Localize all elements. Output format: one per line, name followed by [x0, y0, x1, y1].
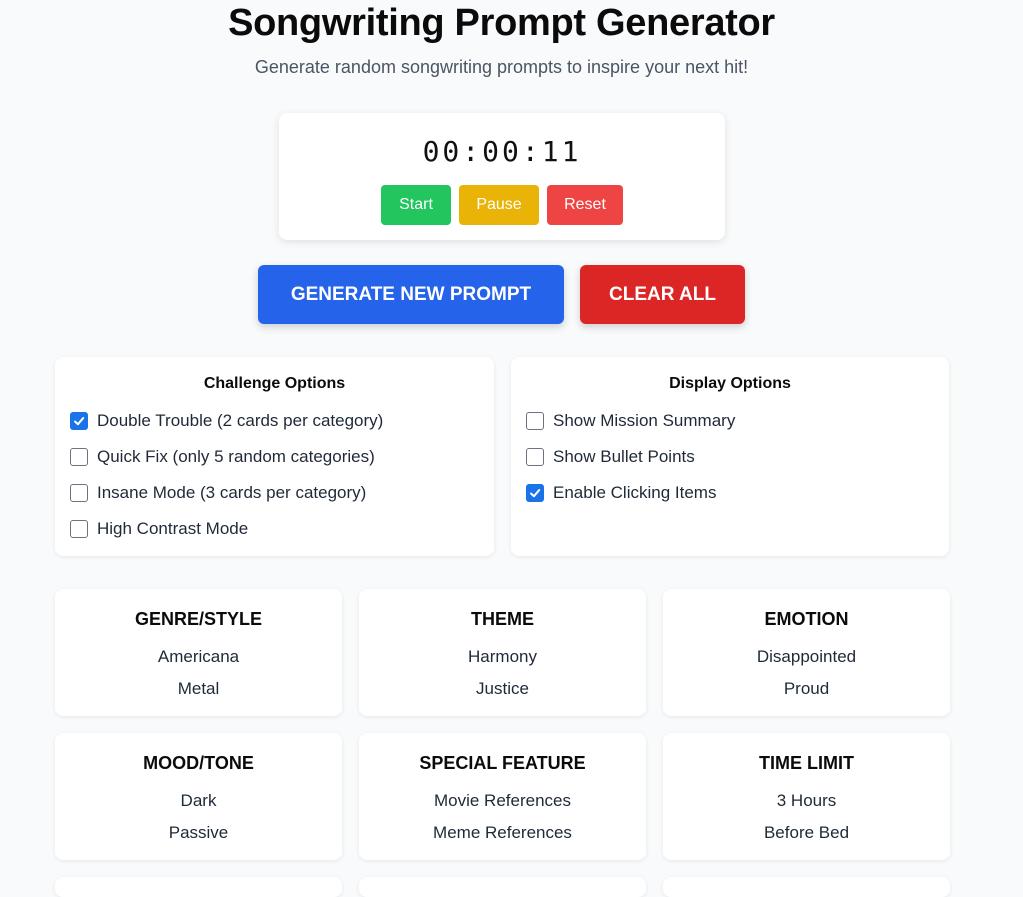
option-quick-fix[interactable]: Quick Fix (only 5 random categories) — [70, 445, 375, 469]
generate-prompt-button[interactable]: GENERATE NEW PROMPT — [258, 265, 564, 324]
checkbox[interactable] — [526, 412, 544, 430]
option-label: Quick Fix (only 5 random categories) — [97, 447, 375, 466]
option-label: Show Bullet Points — [553, 447, 695, 466]
challenge-options-title: Challenge Options — [203, 375, 346, 392]
category-title: TIME LIMIT — [759, 753, 854, 773]
page-subtitle: Generate random songwriting prompts to i… — [254, 57, 749, 77]
category-item[interactable]: Dark — [55, 791, 342, 811]
category-item[interactable]: Meme References — [359, 823, 646, 843]
option-show-mission-summary[interactable]: Show Mission Summary — [526, 409, 735, 433]
timer-display: 00:00:11 — [422, 135, 582, 168]
category-title: MOOD/TONE — [143, 753, 254, 773]
option-label: Double Trouble (2 cards per category) — [97, 411, 384, 430]
option-enable-clicking-items[interactable]: Enable Clicking Items — [526, 481, 716, 505]
timer-card: 00:00:11 Start Pause Reset — [279, 113, 725, 240]
checkbox[interactable] — [70, 412, 88, 430]
option-label: High Contrast Mode — [97, 519, 249, 538]
category-item[interactable]: Metal — [55, 679, 342, 699]
category-item[interactable]: Justice — [359, 679, 646, 699]
option-label: Show Mission Summary — [553, 411, 736, 430]
timer-reset-button[interactable]: Reset — [547, 185, 623, 225]
category-card-theme: THEME Harmony Justice — [359, 589, 646, 716]
category-title: EMOTION — [764, 609, 849, 629]
category-card-time-limit: TIME LIMIT 3 Hours Before Bed — [663, 733, 950, 860]
challenge-options-panel: Challenge Options Double Trouble (2 card… — [55, 357, 494, 556]
display-options-panel: Display Options Show Mission Summary Sho… — [511, 357, 949, 556]
checkbox[interactable] — [526, 448, 544, 466]
category-item[interactable]: Disappointed — [663, 647, 950, 667]
category-item[interactable]: Harmony — [359, 647, 646, 667]
category-item[interactable]: Americana — [55, 647, 342, 667]
category-card-genre-style: GENRE/STYLE Americana Metal — [55, 589, 342, 716]
option-show-bullet-points[interactable]: Show Bullet Points — [526, 445, 695, 469]
checkbox[interactable] — [70, 520, 88, 538]
category-card-special-feature: SPECIAL FEATURE Movie References Meme Re… — [359, 733, 646, 860]
category-item[interactable]: 3 Hours — [663, 791, 950, 811]
checkbox[interactable] — [526, 484, 544, 502]
category-item[interactable]: Movie References — [359, 791, 646, 811]
category-item[interactable]: Proud — [663, 679, 950, 699]
category-card-partial — [55, 877, 342, 897]
option-label: Enable Clicking Items — [553, 483, 717, 502]
category-card-partial — [359, 877, 646, 897]
checkbox[interactable] — [70, 448, 88, 466]
timer-start-button[interactable]: Start — [381, 185, 451, 225]
timer-pause-button[interactable]: Pause — [459, 185, 539, 225]
category-item[interactable]: Passive — [55, 823, 342, 843]
clear-all-button[interactable]: CLEAR ALL — [580, 265, 745, 324]
option-double-trouble[interactable]: Double Trouble (2 cards per category) — [70, 409, 383, 433]
option-insane-mode[interactable]: Insane Mode (3 cards per category) — [70, 481, 366, 505]
display-options-title: Display Options — [669, 375, 791, 392]
category-card-partial — [663, 877, 950, 897]
checkmark-icon — [530, 489, 541, 498]
option-high-contrast[interactable]: High Contrast Mode — [70, 517, 248, 541]
checkbox[interactable] — [70, 484, 88, 502]
page-title: Songwriting Prompt Generator — [228, 2, 775, 44]
category-card-emotion: EMOTION Disappointed Proud — [663, 589, 950, 716]
option-label: Insane Mode (3 cards per category) — [97, 483, 367, 502]
timer-controls: Start Pause Reset — [279, 185, 725, 225]
category-title: SPECIAL FEATURE — [419, 753, 586, 773]
category-item[interactable]: Before Bed — [663, 823, 950, 843]
category-title: THEME — [471, 609, 534, 629]
category-card-mood-tone: MOOD/TONE Dark Passive — [55, 733, 342, 860]
checkmark-icon — [74, 417, 85, 426]
category-title: GENRE/STYLE — [134, 609, 263, 629]
